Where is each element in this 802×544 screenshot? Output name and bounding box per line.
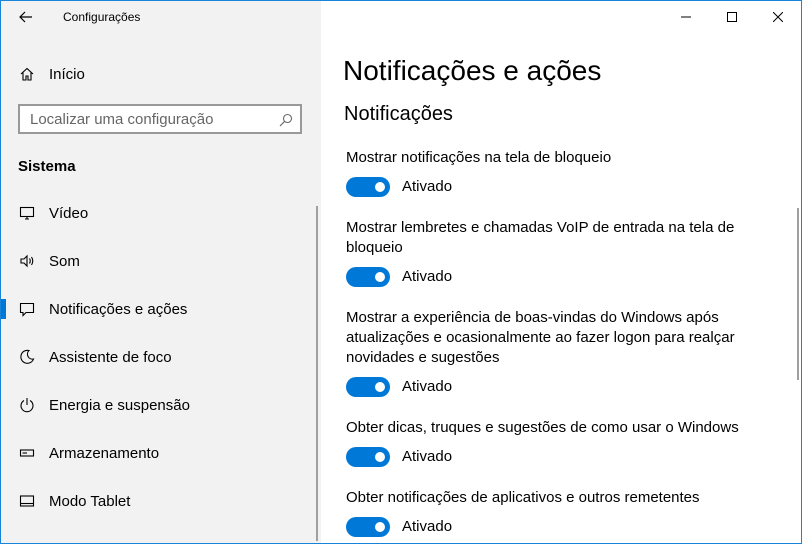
storage-icon — [18, 444, 36, 462]
toggle-knob — [375, 452, 385, 462]
selection-indicator — [1, 299, 6, 319]
window-controls — [663, 1, 801, 33]
sidebar-item-modo-tablet[interactable]: Modo Tablet — [1, 481, 321, 521]
sidebar-item-label: Vídeo — [49, 204, 89, 222]
sidebar-item-notificacoes[interactable]: Notificações e ações — [1, 289, 321, 329]
minimize-icon — [681, 16, 691, 18]
page-title: Notificações e ações — [343, 55, 602, 86]
setting-description: Mostrar a experiência de boas-vindas do … — [346, 309, 735, 366]
toggle-knob — [375, 182, 385, 192]
title-bar-left: Configurações — [1, 1, 321, 33]
sidebar-item-energia[interactable]: Energia e suspensão — [1, 385, 321, 425]
voip-reminders-toggle[interactable] — [346, 267, 390, 287]
toggle-knob — [375, 382, 385, 392]
maximize-icon — [727, 12, 737, 22]
setting-description: Mostrar notificações na tela de bloqueio — [346, 149, 612, 166]
home-label: Início — [49, 65, 85, 83]
toggle-state-label: Ativado — [402, 178, 453, 195]
settings-window: Configurações Início Localizar uma confi… — [0, 0, 802, 544]
tablet-icon — [18, 492, 36, 510]
minimize-button[interactable] — [663, 1, 709, 33]
notification-icon — [18, 300, 36, 318]
sidebar-item-assistente-de-foco[interactable]: Assistente de foco — [1, 337, 321, 377]
tips-toggle[interactable] — [346, 447, 390, 467]
toggle-state-label: Ativado — [402, 268, 453, 285]
back-arrow-icon — [19, 11, 32, 23]
section-title-sistema: Sistema — [18, 158, 76, 175]
setting-description: Obter dicas, truques e sugestões de como… — [346, 419, 739, 436]
back-button[interactable] — [11, 5, 41, 29]
setting-description: Mostrar lembretes e chamadas VoIP de ent… — [346, 219, 735, 256]
main-scrollbar[interactable] — [797, 208, 799, 380]
toggle-state-label: Ativado — [402, 518, 453, 535]
monitor-icon — [18, 204, 36, 222]
toggle-knob — [375, 522, 385, 532]
home-icon — [18, 65, 36, 83]
sidebar-item-video[interactable]: Vídeo — [1, 193, 321, 233]
sidebar-item-home[interactable]: Início — [1, 57, 321, 91]
moon-icon — [18, 348, 36, 366]
lock-screen-notifications-toggle[interactable] — [346, 177, 390, 197]
sidebar-item-label: Som — [49, 252, 80, 270]
maximize-button[interactable] — [709, 1, 755, 33]
main-content: Notificações e ações Notificações Mostra… — [321, 1, 801, 543]
welcome-experience-toggle[interactable] — [346, 377, 390, 397]
toggle-knob — [375, 272, 385, 282]
sidebar: Configurações Início Localizar uma confi… — [1, 1, 321, 543]
search-icon — [279, 113, 293, 127]
speaker-icon — [18, 252, 36, 270]
sidebar-item-label: Energia e suspensão — [49, 396, 190, 414]
app-notifications-toggle[interactable] — [346, 517, 390, 537]
sidebar-item-label: Armazenamento — [49, 444, 160, 462]
sidebar-item-armazenamento[interactable]: Armazenamento — [1, 433, 321, 473]
close-button[interactable] — [755, 1, 801, 33]
sidebar-item-label: Assistente de foco — [49, 348, 172, 366]
close-icon — [773, 12, 783, 22]
sidebar-item-som[interactable]: Som — [1, 241, 321, 281]
group-title: Notificações — [344, 103, 453, 125]
power-icon — [18, 396, 36, 414]
sidebar-item-label: Modo Tablet — [49, 492, 131, 510]
search-input[interactable]: Localizar uma configuração — [18, 104, 302, 134]
sidebar-scrollbar[interactable] — [316, 206, 318, 541]
setting-description: Obter notificações de aplicativos e outr… — [346, 489, 700, 506]
app-title: Configurações — [63, 10, 141, 24]
search-placeholder: Localizar uma configuração — [30, 111, 214, 128]
toggle-state-label: Ativado — [402, 378, 453, 395]
toggle-state-label: Ativado — [402, 448, 453, 465]
sidebar-item-label: Notificações e ações — [49, 300, 188, 318]
